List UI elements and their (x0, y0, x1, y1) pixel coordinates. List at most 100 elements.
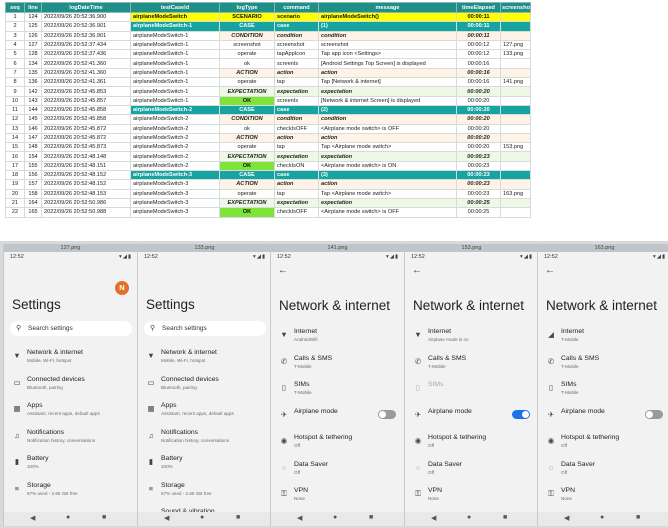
table-row[interactable]: 19 157 2022/09/26 20:52:48.152 airplaneMode… (5, 179, 531, 190)
table-row[interactable]: 15 148 2022/09/26 20:52:45.873 airplaneMode… (5, 142, 531, 153)
table-row[interactable]: 7 135 2022/09/26 20:52:41.360 airplaneModeS… (5, 67, 531, 79)
list-item-apps[interactable]: ▦ Apps Assistant, recent apps, default app… (138, 401, 271, 425)
table-row[interactable]: 5 128 2022/09/26 20:52:37.436 airplaneModeS… (5, 49, 531, 60)
status-icons: ▾◢▮ (252, 254, 266, 260)
nav-recents-icon[interactable]: ■ (102, 514, 106, 521)
list-item-data-saver[interactable]: ◌ Data Saver Off (538, 460, 668, 484)
list-item-sims[interactable]: ▯ SIMs (405, 380, 538, 404)
table-row[interactable]: 6 134 2022/09/26 20:52:41.360 airplaneModeS… (5, 58, 531, 69)
table-row[interactable]: 1 124 2022/09/26 20:52:36.900 airplaneModeS… (5, 11, 531, 23)
list-item-connected-devices[interactable]: ▭ Connected devices Bluetooth, pairing (138, 375, 271, 399)
list-item-network-internet[interactable]: ▼ Network & internet Mobile, Wi-Fi, hotspo… (138, 348, 271, 372)
list-item-hotspot-tethering[interactable]: ◉ Hotspot & tethering Off (405, 433, 538, 457)
list-item-connected-devices[interactable]: ▭ Connected devices Bluetooth, pairing (4, 375, 137, 399)
col-header-logdatetime[interactable]: logDateTime (41, 2, 131, 13)
list-item-calls-sms[interactable]: ✆ Calls & SMS T-Mobile (538, 354, 668, 378)
navigation-bar: ◀ ● ■ (4, 512, 137, 526)
cell-type: ACTION (219, 132, 275, 144)
nav-home-icon[interactable]: ● (200, 514, 204, 521)
nav-back-icon[interactable]: ◀ (297, 514, 302, 522)
list-item-notifications[interactable]: ♫ Notifications Notification history, conv… (4, 428, 137, 452)
col-header-message[interactable]: message (318, 2, 457, 13)
back-arrow-icon[interactable]: ← (412, 265, 422, 276)
list-item-calls-sms[interactable]: ✆ Calls & SMS T-Mobile (405, 354, 538, 378)
col-header-command[interactable]: command (274, 2, 319, 13)
list-item-vpn[interactable]: ⚿ VPN None (538, 486, 668, 510)
item-subtitle: 67% used - 2.65 GB free (161, 490, 212, 496)
col-header-seq[interactable]: seq (5, 2, 25, 13)
table-row[interactable]: 18 156 2022/09/26 20:52:48.152 airplaneMode… (5, 170, 531, 181)
table-row[interactable]: 2 125 2022/09/26 20:52:36.901 airplaneModeS… (5, 21, 531, 32)
table-row[interactable]: 22 165 2022/09/26 20:52:50.988 airplaneMode… (5, 207, 531, 218)
list-item-notifications[interactable]: ♫ Notifications Notification history, conv… (138, 428, 271, 452)
list-item-sims[interactable]: ▯ SIMs T-Mobile (271, 380, 404, 404)
nav-recents-icon[interactable]: ■ (236, 514, 240, 521)
nav-home-icon[interactable]: ● (600, 514, 604, 521)
cell-msg: Tap app icon <Settings> (318, 49, 457, 60)
cell-el: 00:00:20 (456, 123, 501, 134)
table-row[interactable]: 10 143 2022/09/26 20:52:45.857 airplaneMode… (5, 95, 531, 106)
back-arrow-icon[interactable]: ← (545, 265, 555, 276)
list-item-internet[interactable]: ◢ Internet T-Mobile (538, 327, 668, 351)
nav-back-icon[interactable]: ◀ (30, 514, 35, 522)
list-item-battery[interactable]: ▮ Battery 100% (138, 454, 271, 478)
list-item-airplane-mode[interactable]: ✈ Airplane mode (271, 407, 404, 431)
table-row[interactable]: 11 144 2022/09/26 20:52:45.858 airplaneMode… (5, 104, 531, 116)
nav-back-icon[interactable]: ◀ (431, 514, 436, 522)
list-item-network-internet[interactable]: ▼ Network & internet Mobile, Wi-Fi, hotspo… (4, 348, 137, 372)
status-time: 12:52 (411, 254, 425, 260)
cell-type: operate (219, 49, 275, 60)
col-header-testcaseid[interactable]: testCaseId (130, 2, 220, 13)
nav-back-icon[interactable]: ◀ (164, 514, 169, 522)
table-row[interactable]: 8 136 2022/09/26 20:52:41.361 airplaneModeS… (5, 77, 531, 88)
list-item-data-saver[interactable]: ◌ Data Saver Off (405, 460, 538, 484)
airplane-mode-toggle[interactable] (378, 409, 396, 419)
nav-home-icon[interactable]: ● (467, 514, 471, 521)
list-item-internet[interactable]: ▼ Internet AndroidWifi (271, 327, 404, 351)
table-row[interactable]: 17 155 2022/09/26 20:52:48.151 airplaneMode… (5, 160, 531, 172)
search-bar[interactable]: ⚲ Search settings (10, 321, 132, 336)
list-item-hotspot-tethering[interactable]: ◉ Hotspot & tethering Off (538, 433, 668, 457)
nav-back-icon[interactable]: ◀ (564, 514, 569, 522)
cell-el: 00:00:12 (456, 49, 501, 60)
list-item-data-saver[interactable]: ◌ Data Saver Off (271, 460, 404, 484)
back-arrow-icon[interactable]: ← (278, 265, 288, 276)
nav-recents-icon[interactable]: ■ (636, 514, 640, 521)
cell-type: CASE (219, 21, 275, 32)
nav-recents-icon[interactable]: ■ (503, 514, 507, 521)
table-row[interactable]: 12 145 2022/09/26 20:52:45.858 airplaneMode… (5, 114, 531, 125)
table-row[interactable]: 3 126 2022/09/26 20:52:36.901 airplaneModeS… (5, 30, 531, 41)
col-header-line[interactable]: line (24, 2, 42, 13)
col-header-timeelapsed[interactable]: timeElapsed (456, 2, 501, 13)
col-header-screenshot[interactable]: screenshot (500, 2, 531, 13)
airplane-mode-toggle[interactable] (512, 409, 530, 419)
list-item-internet[interactable]: ▼ Internet Airplane mode is on (405, 327, 538, 351)
search-bar[interactable]: ⚲ Search settings (144, 321, 266, 336)
nav-home-icon[interactable]: ● (333, 514, 337, 521)
avatar[interactable]: N (115, 281, 129, 295)
airplane-mode-toggle[interactable] (645, 409, 663, 419)
search-icon: ⚲ (150, 325, 156, 332)
table-row[interactable]: 21 164 2022/09/26 20:52:50.986 airplaneMode… (5, 197, 531, 209)
list-item-vpn[interactable]: ⚿ VPN None (405, 486, 538, 510)
list-item-sims[interactable]: ▯ SIMs T-Mobile (538, 380, 668, 404)
table-row[interactable]: 16 154 2022/09/26 20:52:48.148 airplaneMode… (5, 151, 531, 162)
list-item-airplane-mode[interactable]: ✈ Airplane mode (538, 407, 668, 431)
list-item-storage[interactable]: ≡ Storage 67% used - 2.65 GB free (4, 481, 137, 505)
list-item-vpn[interactable]: ⚿ VPN None (271, 486, 404, 510)
col-header-logtype[interactable]: logType (219, 2, 275, 13)
nav-home-icon[interactable]: ● (66, 514, 70, 521)
list-item-storage[interactable]: ≡ Storage 67% used - 2.65 GB free (138, 481, 271, 505)
table-row[interactable]: 14 147 2022/09/26 20:52:45.872 airplaneMode… (5, 132, 531, 144)
list-item-battery[interactable]: ▮ Battery 100% (4, 454, 137, 478)
cell-msg: <Airplane mode switch> is OFF (318, 123, 457, 134)
list-item-hotspot-tethering[interactable]: ◉ Hotspot & tethering Off (271, 433, 404, 457)
list-item-airplane-mode[interactable]: ✈ Airplane mode (405, 407, 538, 431)
table-row[interactable]: 20 158 2022/09/26 20:52:48.153 airplaneMode… (5, 188, 531, 199)
table-row[interactable]: 13 146 2022/09/26 20:52:45.872 airplaneMode… (5, 123, 531, 134)
table-row[interactable]: 9 142 2022/09/26 20:52:45.853 airplaneModeS… (5, 86, 531, 97)
list-item-apps[interactable]: ▦ Apps Assistant, recent apps, default app… (4, 401, 137, 425)
list-item-calls-sms[interactable]: ✆ Calls & SMS T-Mobile (271, 354, 404, 378)
table-row[interactable]: 4 127 2022/09/26 20:52:37.434 airplaneModeS… (5, 39, 531, 51)
nav-recents-icon[interactable]: ■ (369, 514, 373, 521)
